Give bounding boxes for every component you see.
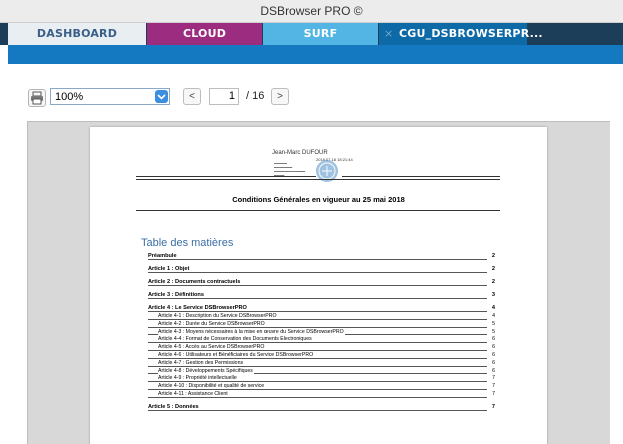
- tab-document[interactable]: × CGU_DSBROWSERPR...: [379, 23, 543, 45]
- toc-leader: [148, 388, 487, 390]
- tab-cloud[interactable]: CLOUD: [147, 23, 262, 45]
- header-divider: [136, 176, 316, 177]
- signature-detail-line: ▬▬▬▬▬▬▬: [274, 166, 293, 169]
- toc-label: Article 4-4 : Format de Conservation des…: [158, 336, 313, 343]
- toc-label: Article 4-1 : Description du Service DSB…: [158, 313, 278, 319]
- toc-row[interactable]: Préambule 2: [148, 253, 495, 261]
- window-titlebar: DSBrowser PRO ©: [0, 0, 623, 23]
- toc-leader: [148, 285, 487, 286]
- toc-page-number: 5: [492, 320, 495, 327]
- toc-leader: [148, 272, 487, 273]
- toc-row[interactable]: Article 1 : Objet 2: [148, 266, 495, 274]
- toc-label: Article 4 : Le Service DSBrowserPRO: [148, 305, 248, 311]
- toc-page-number: 4: [491, 305, 495, 311]
- toc-page-number: 7: [492, 390, 495, 397]
- page-number-input[interactable]: 1: [209, 88, 239, 105]
- header-divider: [342, 176, 500, 177]
- toc-page-number: 6: [492, 367, 495, 374]
- toc-label: Article 4-2 : Durée du Service DSBrowser…: [158, 320, 266, 327]
- signature-detail-line: ▬▬▬▬▬▬▬▬▬▬▬▬: [274, 170, 306, 173]
- toc-label: Article 4-11 : Assistance Client: [158, 390, 229, 397]
- document-title: Conditions Générales en vigueur au 25 ma…: [232, 195, 405, 204]
- previous-page-button[interactable]: <: [183, 88, 201, 105]
- toc-row[interactable]: Article 4 : Le Service DSBrowserPRO 4: [148, 305, 495, 313]
- toc-page-number: 2: [491, 279, 495, 285]
- zoom-select[interactable]: 100%: [50, 88, 170, 105]
- toc-row[interactable]: Article 4-2 : Durée du Service DSBrowser…: [148, 320, 495, 329]
- toc-row[interactable]: Article 4-6 : Utilisateurs et Bénéficiai…: [148, 351, 495, 360]
- toc-page-number: 2: [491, 266, 495, 272]
- toc-label: Article 1 : Objet: [148, 266, 191, 272]
- toc-label: Article 4-10 : Disponibilité et qualité …: [158, 383, 266, 390]
- toc-page-number: 6: [492, 344, 495, 351]
- toc-label: Article 3 : Définitions: [148, 292, 205, 298]
- toc-page-number: 6: [492, 336, 495, 343]
- toc-label: Article 4-3 : Moyens nécessaires à la mi…: [158, 328, 345, 335]
- toc-page-number: 3: [491, 292, 495, 298]
- toc-row[interactable]: Article 4-1 : Description du Service DSB…: [148, 313, 495, 321]
- toc-page-number: 7: [492, 375, 495, 382]
- zoom-value: 100%: [55, 91, 84, 103]
- signature-detail-line: ▬▬▬▬▬: [274, 162, 287, 165]
- toc-page-number: 7: [491, 403, 495, 410]
- print-button[interactable]: [28, 89, 46, 107]
- toc-row[interactable]: Article 4-10 : Disponibilité et qualité …: [148, 383, 495, 391]
- toc-page-number: 4: [492, 313, 495, 319]
- close-tab-icon[interactable]: ×: [384, 23, 393, 45]
- toolbar-band: [8, 45, 623, 64]
- toc-row[interactable]: Article 4-7 : Gestion des Permissions 6: [148, 359, 495, 368]
- tab-dashboard[interactable]: DASHBOARD: [8, 23, 146, 45]
- toc-label: Préambule: [148, 253, 178, 259]
- toc-label: Article 4-5 : Accès au Service DSBrowser…: [158, 344, 266, 351]
- toc-page-number: 2: [491, 253, 495, 259]
- toc-label: Article 2 : Documents contractuels: [148, 279, 242, 285]
- toc-label: Article 4-7 : Gestion des Permissions: [158, 359, 245, 366]
- toc-label: Article 4-8 : Développements Spécifiques: [158, 367, 254, 374]
- pdf-page: Jean-Marc DUFOUR 2018.07.18 18:21:44 ▬▬▬…: [90, 127, 547, 444]
- toc-page-number: 7: [492, 383, 495, 390]
- toc-page-number: 6: [492, 359, 495, 366]
- toc-leader: [148, 259, 487, 260]
- toc-row[interactable]: Article 4-5 : Accès au Service DSBrowser…: [148, 344, 495, 352]
- table-of-contents: Préambule 2 Article 1 : Objet 2 Article 2 : …: [148, 253, 495, 412]
- toc-label: Article 4-9 : Propriété intellectuelle: [158, 375, 238, 382]
- page-total: / 16: [246, 90, 265, 102]
- toc-leader: [148, 298, 487, 299]
- window-title: DSBrowser PRO ©: [260, 4, 363, 18]
- toc-label: Article 4-6 : Utilisateurs et Bénéficiai…: [158, 351, 315, 358]
- tab-document-label: CGU_DSBROWSERPR...: [399, 27, 543, 40]
- toc-leader: [148, 349, 487, 351]
- toc-page-number: 6: [492, 351, 495, 358]
- printer-icon: [31, 91, 43, 105]
- tab-bar: DASHBOARD CLOUD SURF × CGU_DSBROWSERPR..…: [0, 23, 623, 45]
- toc-page-number: 5: [492, 328, 495, 335]
- signer-name: Jean-Marc DUFOUR: [272, 150, 328, 156]
- toc-row[interactable]: Article 3 : Définitions 3: [148, 292, 495, 300]
- next-page-button[interactable]: >: [271, 88, 289, 105]
- chevron-down-icon[interactable]: [155, 90, 168, 103]
- toc-leader: [148, 311, 487, 312]
- toc-label: Article 5 : Données: [148, 403, 200, 410]
- tab-surf[interactable]: SURF: [263, 23, 378, 45]
- pdf-viewer[interactable]: Jean-Marc DUFOUR 2018.07.18 18:21:44 ▬▬▬…: [27, 121, 610, 444]
- toc-heading: Table des matières: [141, 237, 234, 249]
- toc-row[interactable]: Article 4-9 : Propriété intellectuelle 7: [148, 375, 495, 383]
- toc-row[interactable]: Article 4-11 : Assistance Client 7: [148, 390, 495, 399]
- toc-row[interactable]: Article 2 : Documents contractuels 2: [148, 279, 495, 287]
- toc-row[interactable]: Article 5 : Données 7: [148, 403, 495, 412]
